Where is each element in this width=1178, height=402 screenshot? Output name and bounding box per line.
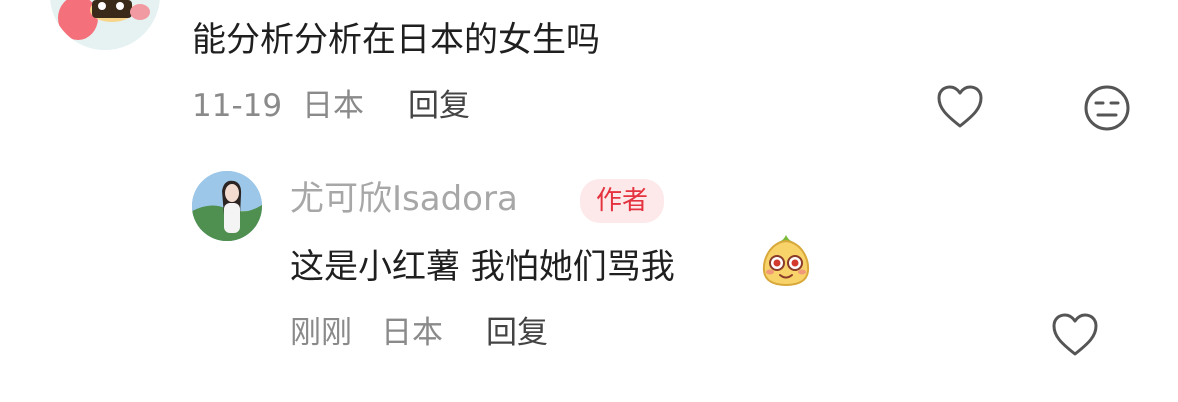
meh-face-icon[interactable] xyxy=(1083,84,1131,132)
reply-author-name[interactable]: 尤可欣Isadora xyxy=(290,182,518,216)
top-comment-date: 11-19 xyxy=(192,88,283,124)
heart-outline-icon[interactable] xyxy=(936,84,984,130)
red-potato-emoji-icon xyxy=(760,233,812,287)
reply-comment-time: 刚刚 xyxy=(290,315,352,351)
heart-outline-icon[interactable] xyxy=(1051,312,1099,358)
reply-comment-reply-button[interactable]: 回复 xyxy=(486,318,548,349)
cartoon-avatar-icon xyxy=(50,0,160,50)
reply-comment-location: 日本 xyxy=(381,315,443,351)
photo-avatar-icon xyxy=(192,171,262,241)
top-comment-location: 日本 xyxy=(302,88,364,124)
top-comment-text: 能分析分析在日本的女生吗 xyxy=(192,20,600,60)
author-badge: 作者 xyxy=(580,179,665,223)
top-comment-reply-button[interactable]: 回复 xyxy=(408,91,470,122)
top-comment-avatar[interactable] xyxy=(50,0,160,50)
reply-comment-text: 这是小红薯 我怕她们骂我 xyxy=(290,247,675,287)
reply-author-avatar[interactable] xyxy=(192,171,262,241)
